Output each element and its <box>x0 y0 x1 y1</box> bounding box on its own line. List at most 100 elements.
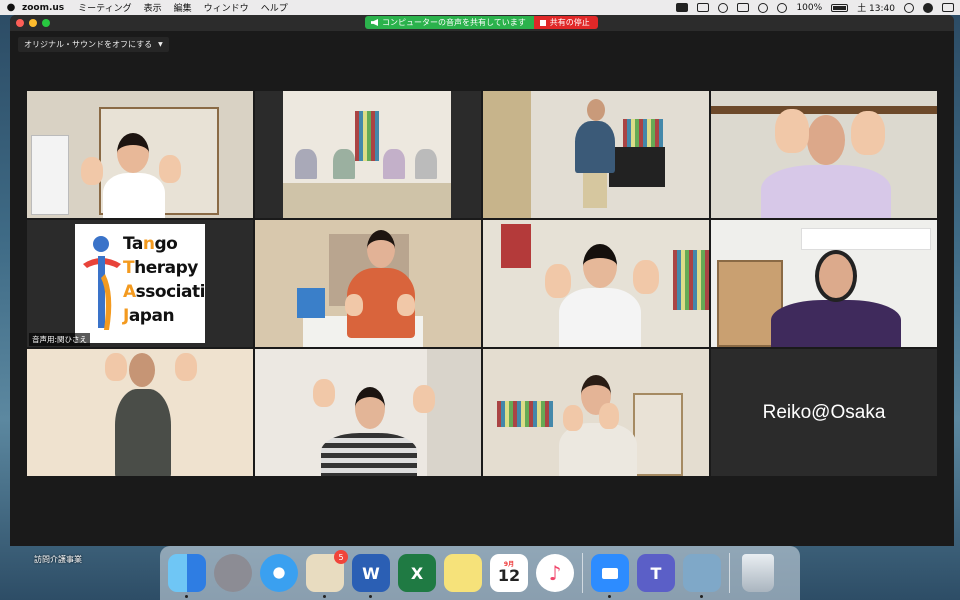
desktop-file-label[interactable]: 訪問介護事業 <box>34 554 82 565</box>
status-area: 100% 土 13:40 <box>676 0 954 15</box>
participant <box>397 294 415 316</box>
participant <box>807 115 845 165</box>
finder-icon[interactable] <box>168 554 206 598</box>
launchpad-icon[interactable] <box>214 554 252 592</box>
participant <box>633 260 659 294</box>
music-icon[interactable]: ♪ <box>536 554 574 592</box>
menu-view[interactable]: 表示 <box>144 1 162 14</box>
video-tile[interactable] <box>711 91 937 218</box>
participant <box>587 99 605 121</box>
menu-edit[interactable]: 編集 <box>174 1 192 14</box>
fullscreen-window-button[interactable] <box>42 19 50 27</box>
logo-letters: ssociati <box>135 282 206 302</box>
participant <box>413 385 435 413</box>
search-icon[interactable] <box>904 2 914 13</box>
dock-separator <box>582 553 583 593</box>
stop-share-label: 共有の停止 <box>549 18 590 27</box>
video-tile[interactable] <box>711 220 937 347</box>
tango-dancer-logo-icon <box>83 236 121 330</box>
video-background <box>283 183 451 218</box>
participant <box>159 155 181 183</box>
participant <box>117 133 149 173</box>
participant <box>367 230 395 268</box>
calendar-icon[interactable]: 9月 12 <box>490 554 528 592</box>
word-icon[interactable]: W <box>352 554 390 598</box>
word-icon-letter: W <box>362 563 380 583</box>
notification-center-icon[interactable] <box>942 3 954 12</box>
video-tile[interactable] <box>27 91 253 218</box>
close-window-button[interactable] <box>16 19 24 27</box>
video-tile[interactable] <box>483 220 709 347</box>
video-tile[interactable] <box>255 91 481 218</box>
time-machine-icon[interactable] <box>718 2 729 13</box>
video-background <box>673 250 709 310</box>
screen-mirror-icon[interactable] <box>697 3 710 12</box>
participant <box>103 173 165 218</box>
menu-meeting[interactable]: ミーティング <box>78 1 131 14</box>
excel-icon[interactable]: X <box>398 554 436 592</box>
zoom-icon[interactable] <box>591 554 629 598</box>
apple-menu-icon[interactable]: ● <box>0 2 22 13</box>
original-sound-button[interactable]: オリジナル・サウンドをオフにする ▼ <box>18 37 169 52</box>
logo-letters: A <box>123 282 136 302</box>
video-background <box>711 106 937 114</box>
participant <box>583 244 617 288</box>
safari-icon[interactable] <box>260 554 298 592</box>
running-indicator <box>700 595 703 598</box>
video-tile-active-speaker[interactable]: Tango Therapy Associati Japan 音声用:関ひさえ <box>27 220 253 347</box>
participant <box>355 387 385 429</box>
participant <box>575 121 615 173</box>
trash-icon[interactable] <box>742 554 774 592</box>
preview-icon[interactable] <box>683 554 721 598</box>
logo-letters: o <box>166 234 178 254</box>
video-background <box>297 288 325 318</box>
participant <box>115 389 171 476</box>
siri-icon[interactable] <box>923 2 933 13</box>
original-sound-label: オリジナル・サウンドをオフにする <box>24 40 153 49</box>
menu-window[interactable]: ウィンドウ <box>204 1 249 14</box>
chevron-down-icon[interactable]: ▼ <box>158 41 163 48</box>
video-background <box>355 111 379 161</box>
participant <box>345 294 363 316</box>
notes-icon[interactable] <box>444 554 482 592</box>
video-tile[interactable] <box>483 349 709 476</box>
participant <box>105 353 127 381</box>
wifi-icon[interactable] <box>758 2 769 13</box>
volume-icon[interactable] <box>777 2 788 13</box>
participant <box>775 109 809 153</box>
video-tile[interactable] <box>27 349 253 476</box>
stop-share-button[interactable]: 共有の停止 <box>533 16 598 29</box>
logo-letters: herapy <box>134 258 198 278</box>
stop-icon <box>539 19 546 26</box>
video-background <box>801 228 931 250</box>
participant <box>333 149 355 179</box>
running-indicator <box>369 595 372 598</box>
video-tile[interactable] <box>255 349 481 476</box>
battery-icon[interactable] <box>831 3 849 12</box>
participant-name-label: 音声用:関ひさえ <box>29 333 91 346</box>
mail-icon[interactable]: 5 <box>306 550 348 598</box>
logo-letters: T <box>123 258 135 278</box>
logo-letters: Ta <box>123 234 143 254</box>
battery-percent: 100% <box>796 2 823 13</box>
video-tile-camera-off[interactable]: Reiko@Osaka <box>711 349 937 476</box>
participant <box>81 157 103 185</box>
app-menu[interactable]: zoom.us <box>22 3 64 13</box>
dock: 5 W X 9月 12 ♪ T <box>160 546 800 600</box>
menu-help[interactable]: ヘルプ <box>261 1 288 14</box>
participant <box>771 300 901 347</box>
zoom-status-icon[interactable] <box>676 3 689 12</box>
video-tile[interactable] <box>483 91 709 218</box>
video-tile[interactable] <box>255 220 481 347</box>
participant <box>583 173 607 208</box>
teams-icon-letter: T <box>650 563 662 583</box>
clock[interactable]: 土 13:40 <box>857 1 895 14</box>
participant <box>175 353 197 381</box>
minimize-window-button[interactable] <box>29 19 37 27</box>
airplay-icon[interactable] <box>737 3 750 12</box>
menu-bar: ● zoom.us ミーティング 表示 編集 ウィンドウ ヘルプ 100% 土 … <box>0 0 960 15</box>
teams-icon[interactable]: T <box>637 554 675 592</box>
participant-name: Reiko@Osaka <box>762 401 886 423</box>
participant <box>559 288 641 347</box>
zoom-window: コンピューターの音声を共有しています 共有の停止 オリジナル・サウンドをオフにす… <box>10 15 954 546</box>
